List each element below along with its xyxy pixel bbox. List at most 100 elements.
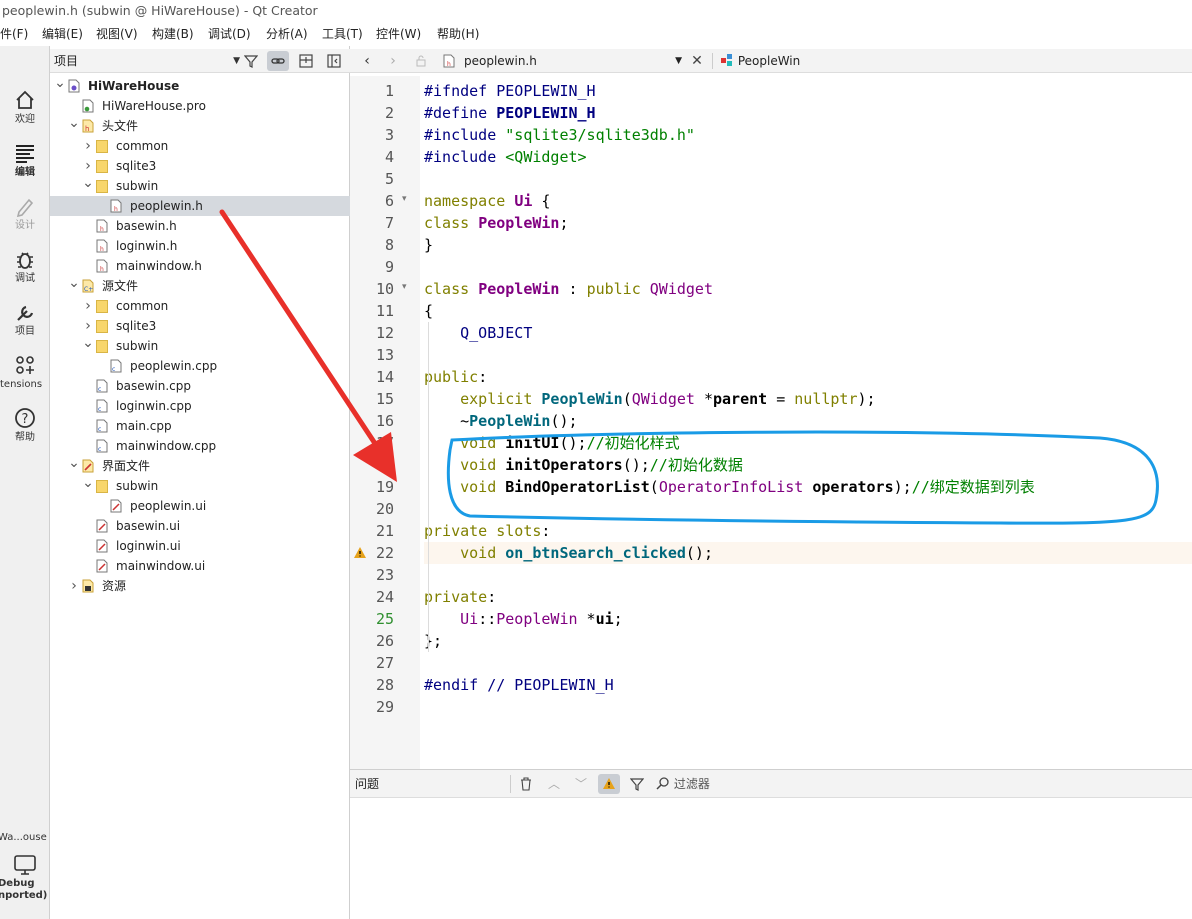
- tree-item[interactable]: ⌄ HiWareHouse: [50, 76, 350, 96]
- back-arrow-icon[interactable]: ‹: [356, 51, 378, 71]
- menu-item[interactable]: 视图(V): [96, 22, 138, 46]
- mode-label: 欢迎: [15, 114, 35, 125]
- code-token: #define: [424, 104, 497, 122]
- tree-item[interactable]: mainwindow.ui: [50, 556, 350, 576]
- split-icon[interactable]: [295, 51, 317, 71]
- resource-folder-icon: [82, 579, 94, 593]
- collapse-arrow-icon[interactable]: ›: [82, 296, 94, 316]
- tree-item[interactable]: c mainwindow.cpp: [50, 436, 350, 456]
- mode-design[interactable]: 设计: [0, 192, 50, 232]
- menu-item[interactable]: 分析(A): [266, 22, 308, 46]
- filter-icon[interactable]: [626, 774, 648, 794]
- code-token: QWidget: [649, 280, 713, 298]
- tree-item[interactable]: HiWareHouse.pro: [50, 96, 350, 116]
- forward-arrow-icon[interactable]: ›: [382, 51, 404, 71]
- expand-arrow-icon[interactable]: ⌄: [68, 456, 80, 470]
- menu-item[interactable]: 帮助(H): [437, 22, 479, 46]
- expand-arrow-icon[interactable]: ⌄: [82, 476, 94, 490]
- symbol-selector[interactable]: PeopleWin: [720, 49, 860, 73]
- kit-selector[interactable]: Wa...ouse Debug nported): [0, 832, 50, 902]
- collapse-arrow-icon[interactable]: ›: [82, 136, 94, 156]
- mode-projects[interactable]: 项目: [0, 298, 50, 338]
- collapse-arrow-icon[interactable]: ›: [68, 576, 80, 596]
- tree-item[interactable]: › sqlite3: [50, 316, 350, 336]
- mode-welcome[interactable]: 欢迎: [0, 86, 50, 126]
- menu-item[interactable]: 件(F): [0, 22, 28, 46]
- code-line: Ui::PeopleWin *ui;: [424, 608, 1192, 630]
- mode-extensions[interactable]: tensions: [0, 351, 50, 391]
- tree-item[interactable]: ⌄ 界面文件: [50, 456, 350, 476]
- tree-item[interactable]: ⌄ subwin: [50, 476, 350, 496]
- tree-item[interactable]: c main.cpp: [50, 416, 350, 436]
- tree-item[interactable]: › common: [50, 296, 350, 316]
- menu-item[interactable]: 控件(W): [376, 22, 421, 46]
- tree-item[interactable]: loginwin.ui: [50, 536, 350, 556]
- ui-file-icon: [96, 519, 108, 533]
- mode-debug[interactable]: 调试: [0, 245, 50, 285]
- filter-icon[interactable]: [240, 51, 262, 71]
- menu-item[interactable]: 构建(B): [152, 22, 194, 46]
- close-icon[interactable]: ✕: [686, 51, 708, 71]
- tree-item[interactable]: c peoplewin.cpp: [50, 356, 350, 376]
- link-icon[interactable]: [267, 51, 289, 71]
- tree-item[interactable]: ⌄ subwin: [50, 336, 350, 356]
- mode-label: 编辑: [15, 167, 35, 178]
- code-token: (: [649, 478, 659, 496]
- tree-item[interactable]: › common: [50, 136, 350, 156]
- source-folder-icon: C+: [82, 279, 94, 293]
- tree-item[interactable]: ⌄ subwin: [50, 176, 350, 196]
- tree-item[interactable]: h loginwin.h: [50, 236, 350, 256]
- class-icon: [721, 54, 732, 66]
- expand-arrow-icon[interactable]: ⌄: [54, 76, 66, 90]
- menu-item[interactable]: 工具(T): [322, 22, 363, 46]
- code-token: #include: [424, 126, 506, 144]
- line-number: 23: [375, 566, 394, 584]
- tree-item[interactable]: h basewin.h: [50, 216, 350, 236]
- tree-item[interactable]: h mainwindow.h: [50, 256, 350, 276]
- tree-item[interactable]: ⌄ C+ 源文件: [50, 276, 350, 296]
- tree-item[interactable]: c loginwin.cpp: [50, 396, 350, 416]
- code-editor: ‹ › h peoplewin.h ▼ ✕ PeopleWin 1 2 3 4 5 6 ▾ 7…: [350, 46, 1192, 769]
- code-line: void BindOperatorList(OperatorInfoList o…: [424, 476, 1192, 498]
- issues-filter-input[interactable]: 过滤器: [652, 774, 842, 794]
- project-toolbar: 项目 ▼: [50, 49, 350, 73]
- tree-item[interactable]: basewin.ui: [50, 516, 350, 536]
- collapse-arrow-icon[interactable]: ›: [82, 316, 94, 336]
- collapse-arrow-icon[interactable]: ›: [82, 156, 94, 176]
- line-number: 24: [375, 588, 394, 606]
- file-header-icon: h: [438, 51, 460, 71]
- code-token: ~: [424, 412, 470, 430]
- expand-arrow-icon[interactable]: ⌄: [82, 176, 94, 190]
- line-number: 6: [384, 192, 394, 210]
- chevron-up-icon[interactable]: ︿: [543, 774, 565, 794]
- expand-arrow-icon[interactable]: ⌄: [68, 116, 80, 130]
- menu-item[interactable]: 编辑(E): [42, 22, 83, 46]
- expand-arrow-icon[interactable]: ⌄: [68, 276, 80, 290]
- close-sidebar-icon[interactable]: [323, 51, 345, 71]
- cpp-file-icon: c: [96, 399, 108, 413]
- fold-marker-icon[interactable]: ▾: [402, 190, 407, 208]
- open-file-selector[interactable]: peoplewin.h ▼: [464, 49, 682, 73]
- tree-item[interactable]: peoplewin.ui: [50, 496, 350, 516]
- code-token: initOperators: [505, 456, 623, 474]
- menu-item[interactable]: 调试(D): [208, 22, 251, 46]
- tree-item-label: 界面文件: [102, 459, 151, 473]
- chevron-down-icon[interactable]: ﹀: [570, 774, 592, 794]
- tree-item[interactable]: h peoplewin.h: [50, 196, 350, 216]
- warning-icon[interactable]: [353, 546, 367, 562]
- expand-arrow-icon[interactable]: ⌄: [82, 336, 94, 350]
- mode-help[interactable]: ? 帮助: [0, 404, 50, 444]
- tree-item[interactable]: ⌄ h 头文件: [50, 116, 350, 136]
- tree-item[interactable]: c basewin.cpp: [50, 376, 350, 396]
- tree-item[interactable]: › 资源: [50, 576, 350, 596]
- mode-edit[interactable]: 编辑: [0, 139, 50, 179]
- trash-icon[interactable]: [515, 774, 537, 794]
- code-line: class PeopleWin;: [424, 212, 1192, 234]
- fold-marker-icon[interactable]: ▾: [402, 278, 407, 296]
- warning-filter-icon[interactable]: [598, 774, 620, 794]
- code-token: initUI: [505, 434, 560, 452]
- tree-item[interactable]: › sqlite3: [50, 156, 350, 176]
- project-view-selector[interactable]: 项目 ▼: [54, 49, 240, 73]
